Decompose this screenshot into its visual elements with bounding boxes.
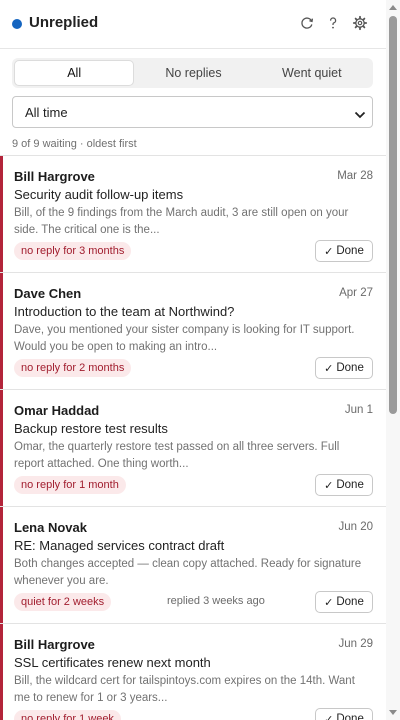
thread-subject: RE: Managed services contract draft bbox=[14, 538, 225, 553]
urgency-bar bbox=[0, 624, 3, 720]
header: Unreplied bbox=[0, 0, 386, 49]
thread-list: Bill Hargrove Mar 28 Security audit foll… bbox=[0, 155, 386, 720]
help-icon[interactable] bbox=[322, 11, 344, 35]
waiting-badge: no reply for 2 months bbox=[14, 359, 132, 377]
waiting-badge: no reply for 1 month bbox=[14, 476, 126, 494]
time-range-select[interactable]: All time bbox=[12, 96, 373, 128]
urgency-bar bbox=[0, 390, 3, 506]
done-button[interactable]: ✓ Done bbox=[315, 240, 373, 262]
thread-item[interactable]: Bill Hargrove Mar 28 Security audit foll… bbox=[0, 155, 386, 272]
page-title: Unreplied bbox=[29, 14, 99, 31]
scrollbar[interactable] bbox=[386, 0, 400, 720]
settings-icon[interactable] bbox=[349, 11, 371, 35]
scroll-up-arrow-icon[interactable] bbox=[389, 5, 397, 10]
waiting-badge: quiet for 2 weeks bbox=[14, 593, 112, 611]
scroll-down-arrow-icon[interactable] bbox=[389, 710, 397, 715]
thread-preview: Bill, of the 9 findings from the March a… bbox=[14, 207, 349, 236]
thread-date: Apr 27 bbox=[339, 287, 373, 299]
done-button[interactable]: ✓ Done bbox=[315, 357, 373, 379]
thread-preview: Bill, the wildcard cert for tailspintoys… bbox=[14, 675, 355, 704]
done-label: Done bbox=[336, 713, 364, 720]
tab-all[interactable]: All bbox=[14, 60, 135, 86]
sender-name: Dave Chen bbox=[14, 286, 82, 301]
checkmark-icon: ✓ bbox=[324, 245, 334, 258]
sender-name: Lena Novak bbox=[14, 520, 87, 535]
done-label: Done bbox=[336, 479, 364, 491]
filter-tabs: All No replies Went quiet bbox=[12, 58, 373, 88]
thread-subject: Introduction to the team at Northwind? bbox=[14, 304, 235, 319]
time-range-value: All time bbox=[25, 105, 68, 120]
thread-item[interactable]: Bill Hargrove Jun 29 SSL certificates re… bbox=[0, 623, 386, 720]
thread-subject: SSL certificates renew next month bbox=[14, 655, 211, 670]
done-button[interactable]: ✓ Done bbox=[315, 708, 373, 720]
thread-item[interactable]: Lena Novak Jun 20 RE: Managed services c… bbox=[0, 506, 386, 623]
checkmark-icon: ✓ bbox=[324, 362, 334, 375]
done-label: Done bbox=[336, 245, 364, 257]
urgency-bar bbox=[0, 507, 3, 623]
status-dot bbox=[12, 19, 22, 29]
scrollbar-thumb[interactable] bbox=[389, 16, 397, 414]
thread-date: Mar 28 bbox=[337, 170, 373, 182]
checkmark-icon: ✓ bbox=[324, 479, 334, 492]
done-label: Done bbox=[336, 596, 364, 608]
waiting-summary: 9 of 9 waiting · oldest first bbox=[12, 138, 137, 150]
thread-preview: Both changes accepted — clean copy attac… bbox=[14, 558, 362, 587]
tab-went-quiet[interactable]: Went quiet bbox=[253, 60, 371, 86]
sender-name: Bill Hargrove bbox=[14, 637, 95, 652]
thread-date: Jun 29 bbox=[338, 638, 373, 650]
refresh-icon[interactable] bbox=[296, 11, 318, 35]
thread-date: Jun 20 bbox=[338, 521, 373, 533]
sender-name: Omar Haddad bbox=[14, 403, 100, 418]
chevron-down-icon bbox=[354, 107, 366, 125]
waiting-badge: no reply for 3 months bbox=[14, 242, 132, 260]
done-label: Done bbox=[336, 362, 364, 374]
thread-item[interactable]: Omar Haddad Jun 1 Backup restore test re… bbox=[0, 389, 386, 506]
thread-date: Jun 1 bbox=[344, 404, 373, 416]
sender-name: Bill Hargrove bbox=[14, 169, 95, 184]
done-button[interactable]: ✓ Done bbox=[315, 591, 373, 613]
thread-preview: Omar, the quarterly restore test passed … bbox=[14, 441, 340, 470]
thread-subject: Backup restore test results bbox=[14, 421, 168, 436]
tab-no-replies[interactable]: No replies bbox=[134, 60, 252, 86]
checkmark-icon: ✓ bbox=[324, 596, 334, 609]
done-button[interactable]: ✓ Done bbox=[315, 474, 373, 496]
thread-item[interactable]: Dave Chen Apr 27 Introduction to the tea… bbox=[0, 272, 386, 389]
replied-note: replied 3 weeks ago bbox=[167, 595, 265, 607]
urgency-bar bbox=[0, 273, 3, 389]
waiting-badge: no reply for 1 week bbox=[14, 710, 121, 720]
unreplied-pane: Unreplied All No replies Went quiet All … bbox=[0, 0, 400, 720]
checkmark-icon: ✓ bbox=[324, 713, 334, 720]
thread-subject: Security audit follow-up items bbox=[14, 187, 184, 202]
urgency-bar bbox=[0, 156, 3, 272]
thread-preview: Dave, you mentioned your sister company … bbox=[14, 324, 355, 353]
